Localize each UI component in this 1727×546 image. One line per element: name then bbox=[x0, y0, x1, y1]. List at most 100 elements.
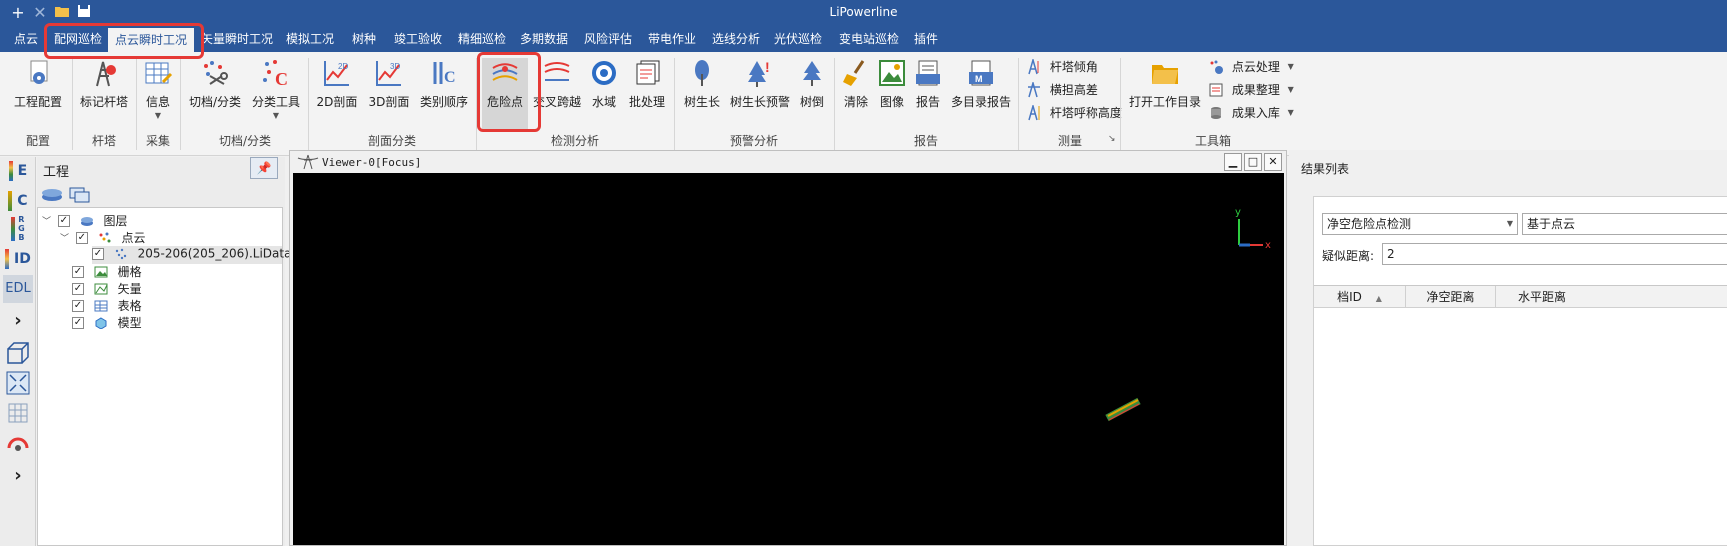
tab-pv-inspection[interactable]: 光伏巡检 bbox=[768, 26, 828, 52]
expand-toolbar-button[interactable]: › bbox=[3, 462, 33, 490]
windows-icon[interactable] bbox=[69, 187, 91, 206]
cut-classify-button[interactable]: 切档/分类 bbox=[186, 58, 244, 130]
tab-tree-species[interactable]: 树种 bbox=[344, 26, 384, 52]
classify-tool-button[interactable]: C 分类工具 ▼ bbox=[248, 58, 304, 130]
svg-text:2D: 2D bbox=[338, 62, 348, 71]
close-icon[interactable]: ✕ bbox=[1264, 153, 1282, 171]
pointcloud-canvas[interactable]: y x bbox=[293, 173, 1284, 545]
image-button[interactable]: 图像 bbox=[876, 58, 908, 130]
elevation-color-button[interactable]: E bbox=[3, 157, 33, 185]
group-separator bbox=[674, 58, 675, 150]
multi-dir-report-button[interactable]: M 多目录报告 bbox=[950, 58, 1012, 130]
tower-nominal-height-button[interactable]: 杆塔呼称高度 bbox=[1026, 104, 1122, 126]
checkbox[interactable]: ✓ bbox=[72, 316, 84, 329]
pointcloud-process-button[interactable]: 点云处理 ▼ bbox=[1208, 58, 1294, 80]
rotate-view-button[interactable] bbox=[3, 430, 33, 458]
profile-2d-button[interactable]: 2D 2D剖面 bbox=[314, 58, 360, 130]
chevron-down-icon[interactable]: ﹀ bbox=[42, 214, 54, 227]
pin-icon[interactable]: 📌 bbox=[250, 157, 278, 179]
svg-text:!: ! bbox=[765, 59, 770, 75]
tab-vector-instant[interactable]: 矢量瞬时工况 bbox=[198, 26, 276, 52]
cross-arm-diff-button[interactable]: 横担高差 bbox=[1026, 81, 1098, 103]
group-label-warning: 预警分析 bbox=[729, 134, 778, 148]
maximize-icon[interactable]: □ bbox=[1244, 153, 1262, 171]
edl-button[interactable]: EDL bbox=[3, 275, 33, 303]
column-header-clearance[interactable]: 净空距离 bbox=[1406, 286, 1496, 308]
tab-live-work[interactable]: 带电作业 bbox=[642, 26, 702, 52]
id-color-button[interactable]: ID bbox=[3, 245, 33, 273]
tree-item-lidata-file[interactable]: ✓ 205-206(205_206).LiData bbox=[92, 246, 291, 264]
cube-view-button[interactable] bbox=[3, 340, 33, 368]
expand-toolbar-button[interactable]: › bbox=[3, 307, 33, 335]
tree-item-table[interactable]: ✓ 表格 bbox=[72, 297, 142, 315]
chevron-down-icon[interactable]: ﹀ bbox=[60, 231, 72, 244]
layer-tree: ﹀ ✓ 图层 ﹀ ✓ 点云 ✓ 205-206(205_206).LiData … bbox=[37, 207, 291, 546]
tab-route-analysis[interactable]: 选线分析 bbox=[706, 26, 766, 52]
points-gear-icon bbox=[1210, 60, 1223, 74]
cross-span-button[interactable]: 交叉跨越 bbox=[532, 58, 582, 130]
profile-3d-button[interactable]: 3D 3D剖面 bbox=[366, 58, 412, 130]
tab-fine-inspection[interactable]: 精细巡检 bbox=[452, 26, 512, 52]
checkbox[interactable]: ✓ bbox=[57, 214, 70, 227]
tree-item-vector[interactable]: ✓ 矢量 bbox=[72, 280, 142, 298]
chevron-down-icon: ▼ bbox=[154, 111, 162, 120]
tree-growth-button[interactable]: 树生长 bbox=[680, 58, 724, 130]
mark-tower-button[interactable]: 标记杆塔 bbox=[78, 58, 130, 130]
project-config-button[interactable]: 工程配置 bbox=[10, 58, 66, 130]
batch-button[interactable]: 批处理 bbox=[626, 58, 668, 130]
checkbox[interactable]: ✓ bbox=[75, 231, 88, 244]
chevron-down-icon: ▼ bbox=[1287, 85, 1294, 94]
results-panel: 结果列表 净空危险点检测 ▼ 基于点云 疑似距离: 2 档ID ▲ 净空距离 水… bbox=[1289, 150, 1727, 546]
tree-growth-warning-button[interactable]: ! 树生长预警 bbox=[728, 58, 792, 130]
axis-gizmo-icon: y x bbox=[1235, 207, 1271, 251]
clear-button[interactable]: 清除 bbox=[840, 58, 872, 130]
water-area-button[interactable]: 水域 bbox=[586, 58, 622, 130]
report-button[interactable]: 报告 bbox=[912, 58, 944, 130]
layer-view-button[interactable] bbox=[3, 400, 33, 428]
folder-open-icon bbox=[1152, 65, 1178, 84]
tower-tilt-button[interactable]: 杆塔倾角 bbox=[1026, 58, 1098, 80]
danger-point-button[interactable]: 危险点 bbox=[482, 58, 528, 130]
zoom-extent-button[interactable] bbox=[3, 370, 33, 398]
class-order-button[interactable]: C 类别顺序 bbox=[418, 58, 470, 130]
tab-risk-assessment[interactable]: 风险评估 bbox=[578, 26, 638, 52]
cross-arm-icon bbox=[1028, 81, 1040, 97]
layers-icon[interactable] bbox=[41, 187, 63, 206]
tab-distribution-inspection[interactable]: 配网巡检 bbox=[50, 26, 106, 52]
tower-marker-icon bbox=[96, 61, 116, 87]
result-organize-button[interactable]: 成果整理 ▼ bbox=[1208, 81, 1294, 103]
tab-pointcloud[interactable]: 点云 bbox=[4, 26, 48, 52]
column-header-span-id[interactable]: 档ID ▲ bbox=[1314, 286, 1406, 308]
tree-item-model[interactable]: ✓ 模型 bbox=[72, 314, 142, 332]
tree-fall-button[interactable]: 树倒 bbox=[796, 58, 828, 130]
group-label-collect: 采集 bbox=[145, 134, 170, 148]
minimize-icon[interactable]: ▁ bbox=[1224, 153, 1242, 171]
tab-plugins[interactable]: 插件 bbox=[908, 26, 944, 52]
group-label-tower: 杆塔 bbox=[91, 134, 116, 148]
checkbox[interactable]: ✓ bbox=[92, 247, 104, 260]
checkbox[interactable]: ✓ bbox=[72, 299, 84, 312]
checkbox[interactable]: ✓ bbox=[72, 265, 84, 278]
tree-item-pointcloud[interactable]: ﹀ ✓ 点云 bbox=[60, 229, 146, 247]
based-on-select[interactable]: 基于点云 bbox=[1522, 213, 1727, 235]
open-workdir-button[interactable]: 打开工作目录 bbox=[1128, 58, 1202, 130]
tower-height-icon bbox=[1028, 104, 1040, 120]
class-order-icon: C bbox=[433, 62, 456, 86]
rgb-color-button[interactable]: R G B bbox=[3, 215, 33, 245]
viewer-title: Viewer-0[Focus] bbox=[322, 156, 422, 169]
tab-multi-period[interactable]: 多期数据 bbox=[514, 26, 574, 52]
color-ramp-icon bbox=[8, 191, 13, 211]
detect-type-select[interactable]: 净空危险点检测 ▼ bbox=[1322, 213, 1518, 235]
result-storage-button[interactable]: 成果入库 ▼ bbox=[1208, 104, 1294, 126]
tree-item-layers[interactable]: ﹀ ✓ 图层 bbox=[42, 212, 128, 230]
class-color-button[interactable]: C bbox=[3, 187, 33, 215]
tab-simulation[interactable]: 模拟工况 bbox=[280, 26, 340, 52]
checkbox[interactable]: ✓ bbox=[72, 282, 84, 295]
suspect-distance-input[interactable]: 2 bbox=[1382, 243, 1727, 265]
tab-pointcloud-instant[interactable]: 点云瞬时工况 bbox=[108, 28, 194, 52]
tab-substation-inspection[interactable]: 变电站巡检 bbox=[832, 26, 906, 52]
info-button[interactable]: 信息 ▼ bbox=[140, 58, 176, 130]
column-header-horizontal-distance[interactable]: 水平距离 bbox=[1496, 286, 1727, 308]
tree-item-raster[interactable]: ✓ 栅格 bbox=[72, 263, 142, 281]
tab-acceptance[interactable]: 竣工验收 bbox=[388, 26, 448, 52]
